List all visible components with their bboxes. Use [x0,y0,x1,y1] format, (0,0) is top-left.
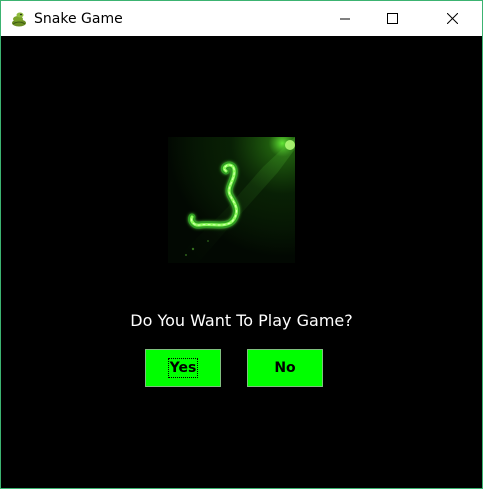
yes-button-label: Yes [167,358,199,378]
maximize-button[interactable] [369,1,415,36]
window-title: Snake Game [34,11,123,27]
minimize-icon [340,18,350,19]
snake-game-window: Snake Game Do You Want To Play Game? Yes… [0,0,483,489]
yes-button[interactable]: Yes [145,349,221,387]
maximize-icon [386,13,398,24]
minimize-button[interactable] [322,1,368,36]
glowing-snake-image [168,137,295,263]
game-menu-panel: Do You Want To Play Game? Yes No [1,36,482,488]
no-button[interactable]: No [247,349,323,387]
snake-icon [12,12,26,27]
play-question-text: Do You Want To Play Game? [130,311,353,330]
title-bar[interactable]: Snake Game [1,1,482,36]
no-button-label: No [274,360,296,376]
close-icon [446,13,458,24]
close-button[interactable] [429,1,475,36]
